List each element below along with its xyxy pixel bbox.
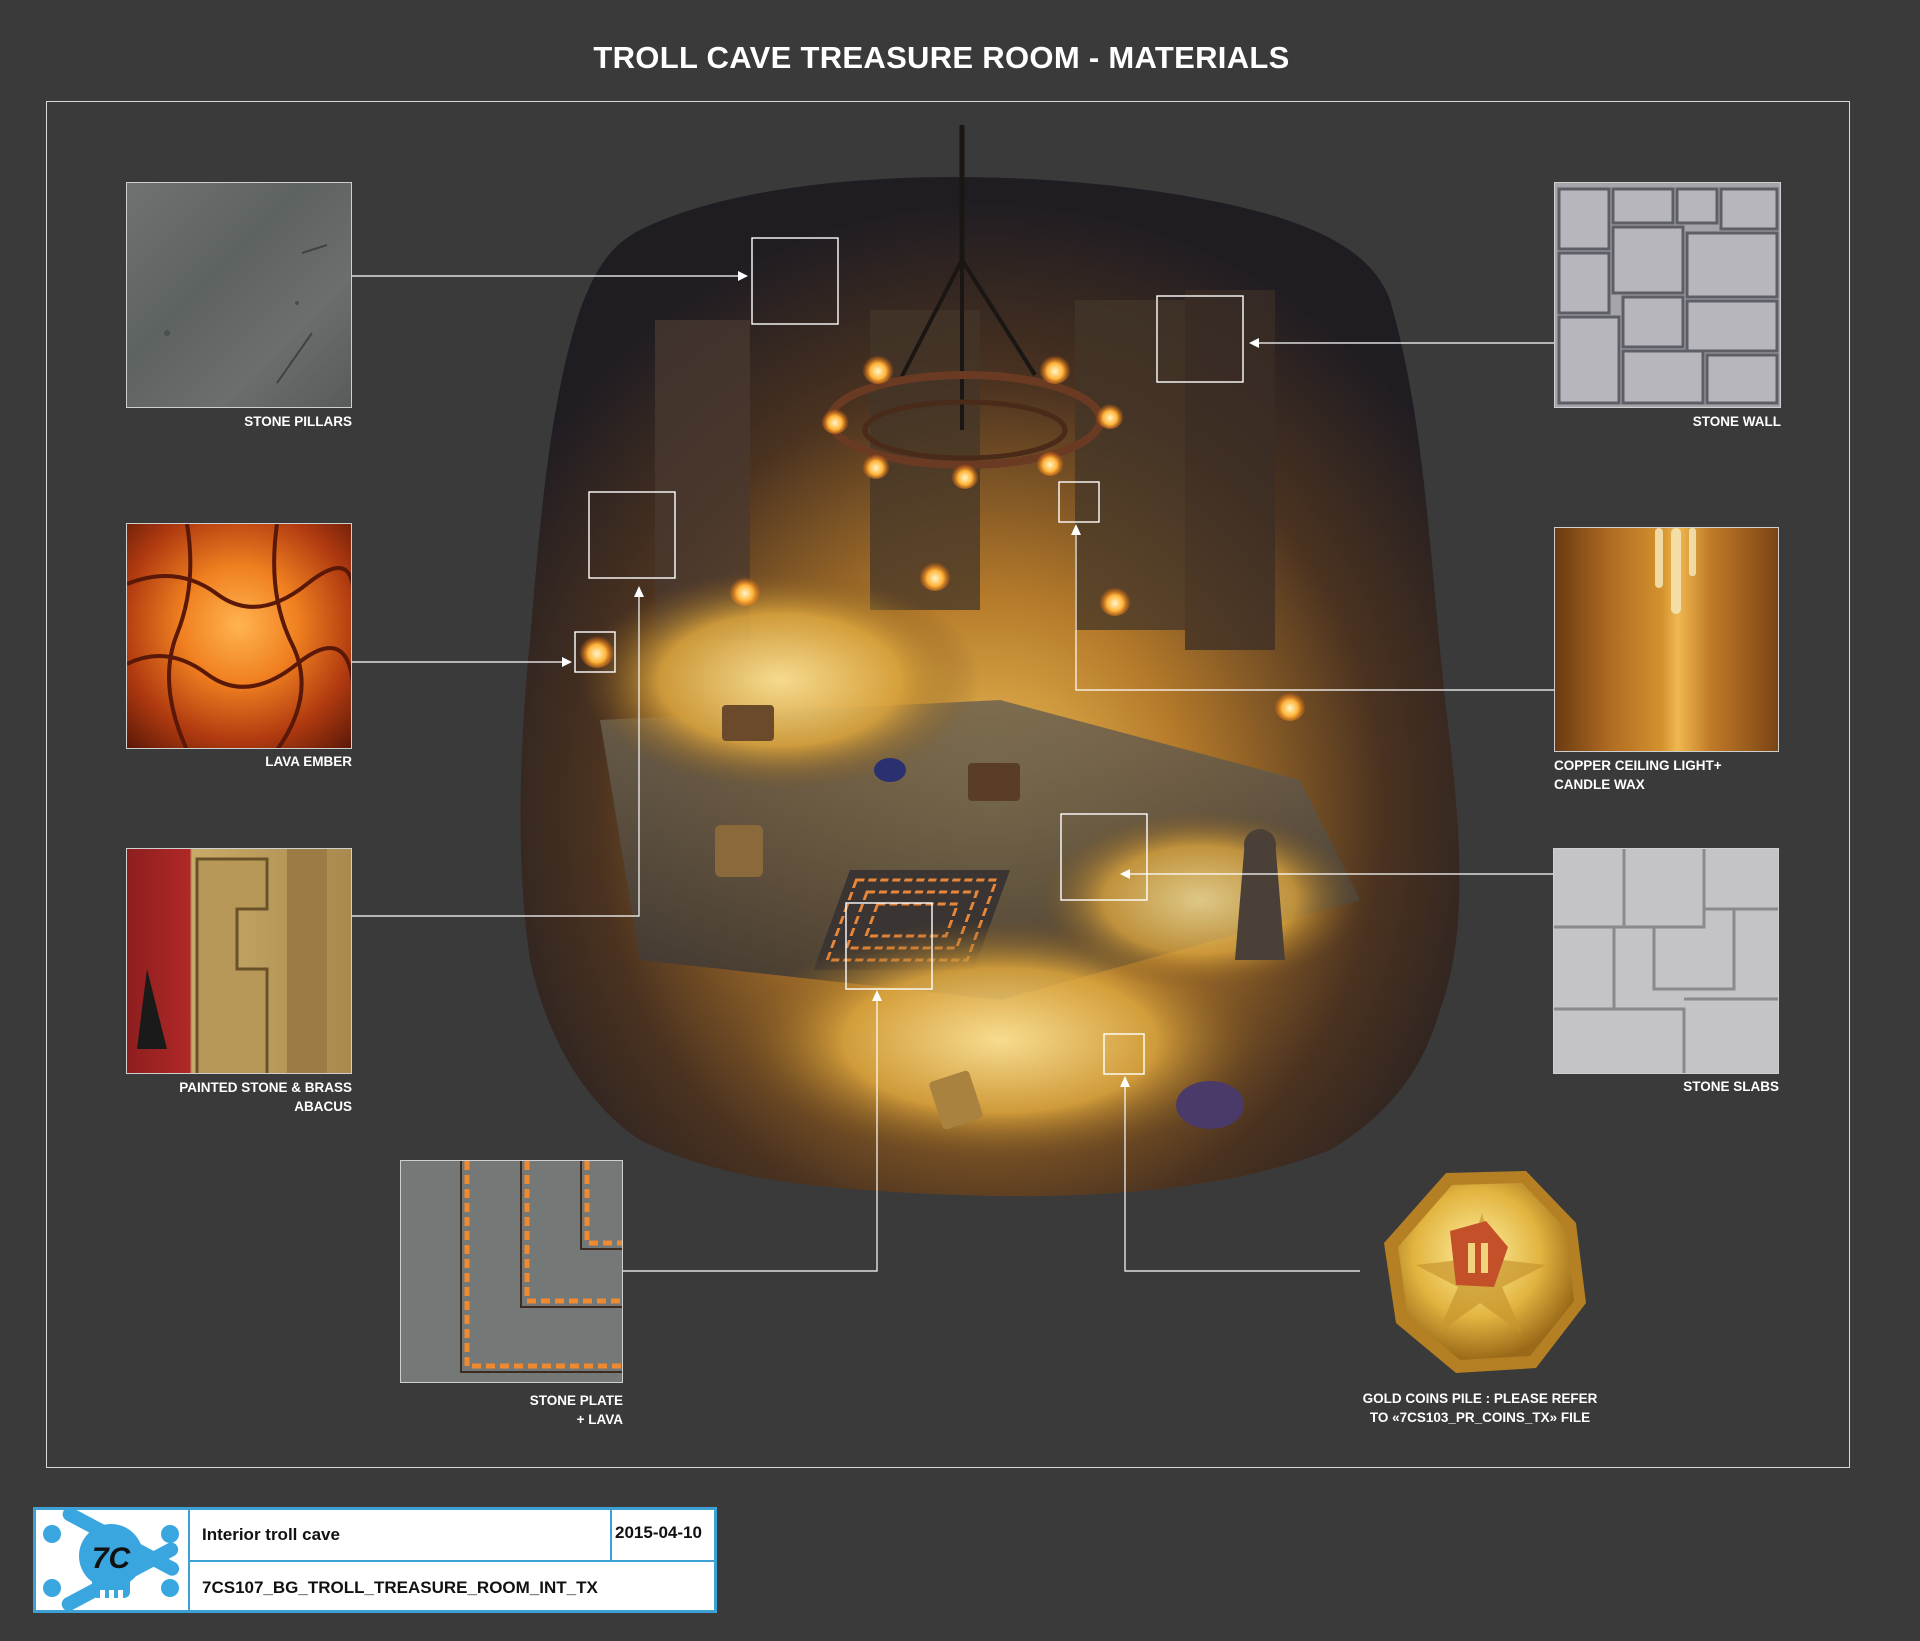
stone-pillars-texture <box>164 244 328 384</box>
swatch-lava-ember <box>126 523 352 749</box>
label-gold-1: GOLD COINS PILE : PLEASE REFER <box>1362 1391 1598 1406</box>
swatch-stone-pillars <box>126 182 352 408</box>
label-painted-stone: PAINTED STONE & BRASS ABACUS <box>179 1080 352 1114</box>
swatch-stone-slabs <box>1553 848 1779 1074</box>
gold-coin-icon <box>1384 1171 1586 1373</box>
label-stone-slabs: STONE SLABS <box>1683 1079 1779 1094</box>
skull-crossbones-icon: 7C <box>43 1507 180 1612</box>
label-stone-plate-2: + LAVA <box>576 1412 623 1427</box>
svg-text:7C: 7C <box>92 1542 132 1575</box>
candle-wax-texture <box>1655 528 1696 614</box>
label-gold-2: TO «7CS103_PR_COINS_TX» FILE <box>1369 1410 1591 1425</box>
studio-logo: 7C <box>36 1507 190 1612</box>
titleblock-description: Interior troll cave <box>202 1525 340 1544</box>
swatch-copper-light <box>1554 527 1779 752</box>
swatch-painted-stone <box>126 848 352 1074</box>
label-copper-2: CANDLE WAX <box>1554 777 1645 792</box>
lava-ember-texture <box>127 524 351 748</box>
stone-wall-texture <box>1557 187 1779 405</box>
brass-abacus-texture <box>137 849 327 1073</box>
swatch-stone-wall <box>1554 182 1781 408</box>
label-copper-1: COPPER CEILING LIGHT+ <box>1554 758 1722 773</box>
titleblock-date: 2015-04-10 <box>615 1523 702 1542</box>
titleblock-filename: 7CS107_BG_TROLL_TREASURE_ROOM_INT_TX <box>202 1578 598 1597</box>
swatch-stone-plate <box>400 1160 623 1383</box>
label-stone-plate-1: STONE PLATE <box>529 1393 623 1408</box>
label-lava-ember: LAVA EMBER <box>265 754 352 769</box>
label-stone-wall: STONE WALL <box>1692 414 1781 429</box>
stone-plate-lava-texture <box>460 1161 622 1373</box>
label-stone-pillars: STONE PILLARS <box>244 414 352 429</box>
title-block: 7C Interior troll cave 2015-04-10 7CS107… <box>33 1507 717 1613</box>
stone-slabs-texture <box>1554 849 1778 1073</box>
